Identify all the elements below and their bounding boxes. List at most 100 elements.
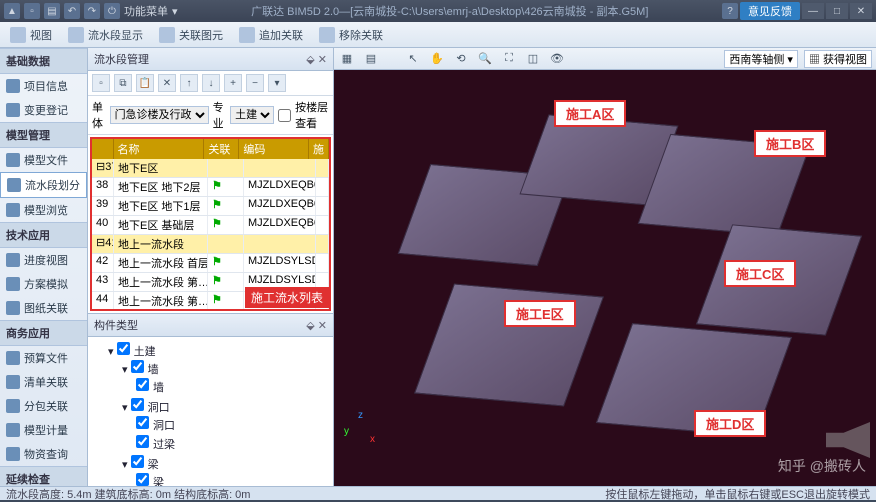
- nav-change-reg[interactable]: 变更登记: [0, 98, 87, 122]
- nav-progress[interactable]: 进度视图: [0, 248, 87, 272]
- table-container: 名称 关联 编码 施 ⊟37地下E区38地下E区 地下2层⚑MJZLDXEQB0…: [88, 135, 333, 313]
- more-btn[interactable]: ▾: [268, 74, 286, 92]
- nav-list-link[interactable]: 清单关联: [0, 370, 87, 394]
- change-icon: [6, 103, 20, 117]
- unit-label: 单体: [92, 99, 106, 131]
- sub-icon: [6, 399, 20, 413]
- nav-project-info[interactable]: 项目信息: [0, 74, 87, 98]
- app-icon: ▲: [4, 3, 20, 19]
- box-icon[interactable]: ◫: [524, 50, 542, 68]
- tree-opening[interactable]: ▾ 洞口 洞口 过梁: [122, 397, 327, 454]
- tree-root[interactable]: ▾ 土建 ▾ 墙 墙 ▾ 洞口 洞口 过梁 ▾ 梁 梁 圈梁: [108, 341, 327, 486]
- grid-icon[interactable]: ▦: [338, 50, 356, 68]
- new-icon[interactable]: ▫: [24, 3, 40, 19]
- table-row[interactable]: ⊟41地上一流水段: [92, 235, 329, 254]
- nav-model-file[interactable]: 模型文件: [0, 148, 87, 172]
- redo-icon[interactable]: ↷: [84, 3, 100, 19]
- copy-btn[interactable]: ⧉: [114, 74, 132, 92]
- nav-model-calc[interactable]: 模型计量: [0, 418, 87, 442]
- up-btn[interactable]: ↑: [180, 74, 198, 92]
- table-row[interactable]: 42地上一流水段 首层⚑MJZLDSYLSDL001: [92, 254, 329, 273]
- pan-icon[interactable]: ✋: [428, 50, 446, 68]
- feedback-button[interactable]: 意见反馈: [740, 2, 800, 20]
- del-btn[interactable]: ✕: [158, 74, 176, 92]
- close-button[interactable]: ✕: [850, 3, 872, 19]
- get-view-button[interactable]: ▦ 获得视图: [804, 50, 872, 68]
- zoom-icon[interactable]: 🔍: [476, 50, 494, 68]
- nav-material[interactable]: 物资查询: [0, 442, 87, 466]
- axis-gizmo: x y z: [344, 416, 384, 456]
- remove-icon: [319, 27, 335, 43]
- view-icon: [10, 27, 26, 43]
- add-btn[interactable]: +: [224, 74, 242, 92]
- help-icon[interactable]: ?: [722, 3, 738, 19]
- undo-icon[interactable]: ↶: [64, 3, 80, 19]
- scene-3d[interactable]: 施工A区 施工B区 施工C区 施工D区 施工E区 x y z 知乎 @搬砖人: [334, 70, 876, 486]
- nav-flow-division[interactable]: 流水段划分: [0, 172, 87, 198]
- zone-e-label: 施工E区: [504, 300, 576, 327]
- material-icon: [6, 447, 20, 461]
- nav-budget[interactable]: 预算文件: [0, 346, 87, 370]
- nav-section-biz: 商务应用: [0, 320, 87, 346]
- zone-c-label: 施工C区: [724, 260, 796, 287]
- pin-icon[interactable]: ⬙ ✕: [306, 53, 327, 66]
- status-bar: 流水段高度: 5.4m 建筑底标高: 0m 结构底标高: 0m 按住鼠标左键拖动…: [0, 486, 876, 500]
- ribbon-remove[interactable]: 移除关联: [315, 27, 387, 43]
- tree-beam[interactable]: ▾ 梁 梁 圈梁: [122, 454, 327, 486]
- middle-panel: 流水段管理 ⬙ ✕ ▫ ⧉ 📋 ✕ ↑ ↓ + − ▾ 单体 门急诊楼及行政 专…: [88, 48, 334, 486]
- budget-icon: [6, 351, 20, 365]
- ribbon-flow[interactable]: 流水段显示: [64, 27, 147, 43]
- nav-subcontract[interactable]: 分包关联: [0, 394, 87, 418]
- pin2-icon[interactable]: ⬙ ✕: [306, 319, 327, 332]
- power-icon[interactable]: ⏻: [104, 3, 120, 19]
- tree-wall[interactable]: ▾ 墙 墙: [122, 359, 327, 397]
- table-row[interactable]: 39地下E区 地下1层⚑MJZLDXEQB01: [92, 197, 329, 216]
- ribbon-link[interactable]: 关联图元: [155, 27, 227, 43]
- file-icon: [6, 153, 20, 167]
- viewport-3d[interactable]: ▦ ▤ ↖ ✋ ⟲ 🔍 ⛶ ◫ 👁 西南等轴侧 ▾ ▦ 获得视图 施工A区 施工…: [334, 48, 876, 486]
- table-row[interactable]: 40地下E区 基础层⚑MJZLDXEQB00: [92, 216, 329, 235]
- open-icon[interactable]: ▤: [44, 3, 60, 19]
- minimize-button[interactable]: —: [802, 3, 824, 19]
- component-tree[interactable]: ▾ 土建 ▾ 墙 墙 ▾ 洞口 洞口 过梁 ▾ 梁 梁 圈梁: [88, 337, 333, 486]
- watermark: 知乎 @搬砖人: [778, 456, 866, 476]
- nav-section-model: 模型管理: [0, 122, 87, 148]
- menu-dropdown[interactable]: 功能菜单: [124, 3, 168, 19]
- flow-icon: [68, 27, 84, 43]
- window-title: 广联达 BIM5D 2.0—[云南城投-C:\Users\emrj-a\Desk…: [178, 3, 722, 19]
- byfloor-checkbox[interactable]: [278, 109, 291, 122]
- fit-icon[interactable]: ⛶: [500, 50, 518, 68]
- view-angle-select[interactable]: 西南等轴侧 ▾: [724, 50, 798, 68]
- table-row[interactable]: 38地下E区 地下2层⚑MJZLDXEQB02: [92, 178, 329, 197]
- drawing-icon: [6, 301, 20, 315]
- tree-wall-leaf[interactable]: 墙: [136, 377, 327, 396]
- zone-d-label: 施工D区: [694, 410, 766, 437]
- cursor-icon[interactable]: ↖: [404, 50, 422, 68]
- nav-drawing[interactable]: 图纸关联: [0, 296, 87, 320]
- new-btn[interactable]: ▫: [92, 74, 110, 92]
- unit-select[interactable]: 门急诊楼及行政: [110, 106, 209, 124]
- nav-model-browse[interactable]: 模型浏览: [0, 198, 87, 222]
- ribbon-append[interactable]: 追加关联: [235, 27, 307, 43]
- comp-panel-title: 构件类型 ⬙ ✕: [88, 314, 333, 337]
- minus-btn[interactable]: −: [246, 74, 264, 92]
- table-row[interactable]: ⊟37地下E区: [92, 159, 329, 178]
- scheme-icon: [6, 277, 20, 291]
- viewport-toolbar: ▦ ▤ ↖ ✋ ⟲ 🔍 ⛶ ◫ 👁 西南等轴侧 ▾ ▦ 获得视图: [334, 48, 876, 70]
- browse-icon: [6, 203, 20, 217]
- append-icon: [239, 27, 255, 43]
- flow-panel-title: 流水段管理 ⬙ ✕: [88, 48, 333, 71]
- status-left: 流水段高度: 5.4m 建筑底标高: 0m 结构底标高: 0m: [6, 486, 250, 502]
- byfloor-label: 按楼层查看: [295, 99, 329, 131]
- zone-b-label: 施工B区: [754, 130, 826, 157]
- layers-icon[interactable]: ▤: [362, 50, 380, 68]
- eye-icon[interactable]: 👁: [548, 50, 566, 68]
- spec-select[interactable]: 土建: [230, 106, 274, 124]
- down-btn[interactable]: ↓: [202, 74, 220, 92]
- maximize-button[interactable]: □: [826, 3, 848, 19]
- rotate-icon[interactable]: ⟲: [452, 50, 470, 68]
- paste-btn[interactable]: 📋: [136, 74, 154, 92]
- nav-scheme[interactable]: 方案模拟: [0, 272, 87, 296]
- ribbon-view[interactable]: 视图: [6, 27, 56, 43]
- flow-toolbar: ▫ ⧉ 📋 ✕ ↑ ↓ + − ▾: [88, 71, 333, 96]
